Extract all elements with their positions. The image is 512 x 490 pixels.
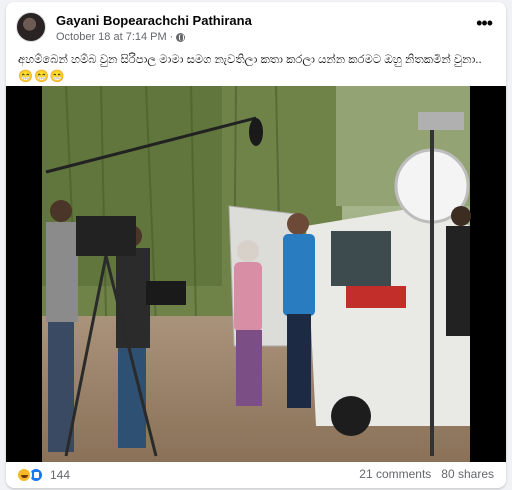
haha-reaction-icon (16, 467, 32, 483)
more-options-icon[interactable]: ••• (476, 14, 493, 32)
meta-separator: · (169, 31, 174, 43)
engagement-stats: 21 comments 80 shares (359, 467, 494, 481)
post-header: Gayani Bopearachchi Pathirana October 18… (16, 12, 496, 46)
post-date[interactable]: October 18 at 7:14 PM (56, 31, 167, 43)
post-meta: October 18 at 7:14 PM · (56, 31, 186, 43)
post-card: Gayani Bopearachchi Pathirana October 18… (6, 2, 506, 488)
post-caption: අහම්බෙන් හම්බ වුන සිරිපාල මාමා සමග නැවති… (18, 52, 488, 84)
comments-count[interactable]: 21 comments (359, 467, 431, 481)
globe-icon (176, 32, 186, 42)
reaction-summary[interactable]: 144 (16, 467, 70, 483)
reaction-count: 144 (50, 468, 71, 482)
author-name[interactable]: Gayani Bopearachchi Pathirana (56, 13, 252, 28)
film-set-photo (6, 86, 506, 462)
caption-text: අහම්බෙන් හම්බ වුන සිරිපාල මාමා සමග නැවති… (18, 54, 482, 66)
author-avatar[interactable] (16, 12, 46, 42)
caption-emojis: 😁😁😁 (18, 69, 66, 83)
shares-count[interactable]: 80 shares (441, 467, 494, 481)
post-footer: 144 21 comments 80 shares (16, 466, 496, 486)
post-photo[interactable] (6, 86, 506, 462)
